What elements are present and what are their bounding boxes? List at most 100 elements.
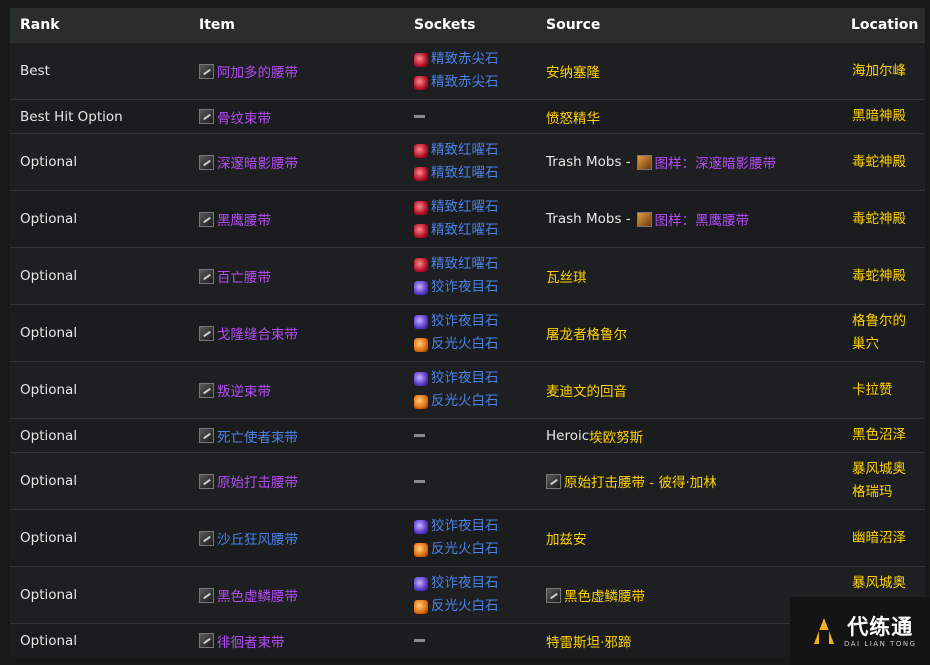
gem-link[interactable]: 精致红曜石 xyxy=(431,162,499,185)
item-link[interactable]: 骨纹束带 xyxy=(217,107,271,127)
source-pattern-link[interactable]: 图样：黑鹰腰带 xyxy=(655,209,750,229)
location-link[interactable]: 海加尔峰 xyxy=(852,60,925,83)
source-npc-link[interactable]: 瓦丝琪 xyxy=(546,266,587,286)
source-npc-link[interactable]: 原始打击腰带 - 彼得·加林 xyxy=(564,471,717,491)
source-npc-link[interactable]: 埃欧努斯 xyxy=(589,426,643,446)
location-link[interactable]: 毒蛇神殿 xyxy=(852,151,925,174)
location-link[interactable]: 格瑞玛 xyxy=(852,481,925,504)
gem-icon xyxy=(414,337,428,352)
location-link[interactable]: 毒蛇神殿 xyxy=(852,208,925,231)
item-link[interactable]: 原始打击腰带 xyxy=(217,471,298,491)
gem-link[interactable]: 狡诈夜目石 xyxy=(431,310,499,333)
no-sockets-dash xyxy=(414,115,425,118)
gem-icon xyxy=(414,52,428,67)
gem-link[interactable]: 反光火白石 xyxy=(431,390,499,413)
sockets-cell: 精致红曜石 精致红曜石 xyxy=(414,196,546,242)
sockets-cell xyxy=(414,109,546,125)
location-cell: 海加尔峰 xyxy=(845,60,925,83)
belt-icon xyxy=(199,63,214,79)
gem-icon xyxy=(414,542,428,557)
sockets-cell xyxy=(414,428,546,444)
source-npc-link[interactable]: 加兹安 xyxy=(546,528,587,548)
belt-icon xyxy=(199,325,214,341)
item-link[interactable]: 阿加多的腰带 xyxy=(217,61,298,81)
source-npc-link[interactable]: 愤怒精华 xyxy=(546,107,600,127)
source-cell: 麦迪文的回音 xyxy=(546,380,845,400)
item-link[interactable]: 死亡使者束带 xyxy=(217,426,298,446)
location-link[interactable]: 毒蛇神殿 xyxy=(852,265,925,288)
logo-text-cn: 代练通 xyxy=(847,614,914,639)
gem-link[interactable]: 狡诈夜目石 xyxy=(431,276,499,299)
gem-link[interactable]: 反光火白石 xyxy=(431,595,499,618)
location-link[interactable]: 暴风城奥 xyxy=(852,458,925,481)
sockets-cell: 狡诈夜目石 反光火白石 xyxy=(414,310,546,356)
source-npc-link[interactable]: 麦迪文的回音 xyxy=(546,380,627,400)
gem-link[interactable]: 精致红曜石 xyxy=(431,196,499,219)
logo-text-en: DAI LIAN TONG xyxy=(844,639,917,648)
source-npc-link[interactable]: 黑色虚鳞腰带 xyxy=(564,585,645,605)
location-link[interactable]: 卡拉赞 xyxy=(852,379,925,402)
belt-icon xyxy=(199,633,214,648)
gem-icon xyxy=(414,143,428,158)
source-cell: 原始打击腰带 - 彼得·加林 xyxy=(546,471,845,491)
item-link[interactable]: 叛逆束带 xyxy=(217,380,271,400)
location-link[interactable]: 巢穴 xyxy=(852,333,925,356)
rank-cell: Optional xyxy=(20,268,78,284)
source-pattern-link[interactable]: 图样：深邃暗影腰带 xyxy=(655,152,777,172)
location-cell: 幽暗沼泽 xyxy=(845,527,925,550)
header-source[interactable]: Source xyxy=(546,17,845,33)
location-link[interactable]: 黑色沼泽 xyxy=(852,424,925,447)
gem-link[interactable]: 反光火白石 xyxy=(431,538,499,561)
source-npc-link[interactable]: 特雷斯坦·邪蹄 xyxy=(546,631,631,651)
no-sockets-dash xyxy=(414,639,425,642)
sockets-cell xyxy=(414,473,546,489)
source-prefix: Heroic xyxy=(546,427,590,444)
location-cell: 黑色沼泽 xyxy=(845,424,925,447)
gem-link[interactable]: 精致红曜石 xyxy=(431,253,499,276)
header-item[interactable]: Item xyxy=(199,17,414,33)
table-row: Optional黑色虚鳞腰带狡诈夜目石反光火白石黑色虚鳞腰带暴风城奥格瑞玛 xyxy=(10,566,925,623)
location-link[interactable]: 幽暗沼泽 xyxy=(852,527,925,550)
item-link[interactable]: 沙丘狂风腰带 xyxy=(217,528,298,548)
source-npc-link[interactable]: 安纳塞隆 xyxy=(546,61,600,81)
gem-link[interactable]: 精致红曜石 xyxy=(431,219,499,242)
header-location[interactable]: Location xyxy=(845,14,925,37)
item-link[interactable]: 深邃暗影腰带 xyxy=(217,152,298,172)
source-npc-link[interactable]: 屠龙者格鲁尔 xyxy=(546,323,627,343)
gem-icon xyxy=(414,314,428,329)
gem-link[interactable]: 狡诈夜目石 xyxy=(431,572,499,595)
belt-icon xyxy=(199,530,214,546)
gem-link[interactable]: 狡诈夜目石 xyxy=(431,367,499,390)
item-link[interactable]: 黑色虚鳞腰带 xyxy=(217,585,298,605)
rank-cell: Optional xyxy=(20,211,78,227)
belt-icon xyxy=(199,382,214,398)
item-link[interactable]: 黑鹰腰带 xyxy=(217,209,271,229)
rank-cell: Optional xyxy=(20,154,78,170)
location-link[interactable]: 黑暗神殿 xyxy=(852,105,925,128)
item-link[interactable]: 百亡腰带 xyxy=(217,266,271,286)
location-cell: 格鲁尔的 巢穴 xyxy=(845,310,925,356)
gem-icon xyxy=(414,223,428,238)
source-cell: Trash Mobs - 图样：深邃暗影腰带 xyxy=(546,152,845,172)
sockets-cell: 精致红曜石 精致红曜石 xyxy=(414,139,546,185)
gem-link[interactable]: 反光火白石 xyxy=(431,333,499,356)
location-link[interactable]: 暴风城奥 xyxy=(852,572,925,595)
gem-link[interactable]: 精致红曜石 xyxy=(431,139,499,162)
rank-cell: Best xyxy=(20,63,50,79)
item-link[interactable]: 徘徊者束带 xyxy=(217,631,285,651)
item-link[interactable]: 戈隆缝合束带 xyxy=(217,323,298,343)
gem-icon xyxy=(414,75,428,90)
gem-icon xyxy=(414,280,428,295)
gem-link[interactable]: 精致赤尖石 xyxy=(431,71,499,94)
sockets-cell: 狡诈夜目石 反光火白石 xyxy=(414,367,546,413)
table-body: Best 阿加多的腰带 精致赤尖石 精致赤尖石 安纳塞隆 海加尔峰 Best Hit Opt… xyxy=(10,42,925,657)
rank-cell: Optional xyxy=(20,530,78,546)
source-cell: 屠龙者格鲁尔 xyxy=(546,323,845,343)
rank-cell: Optional xyxy=(20,473,78,489)
header-sockets[interactable]: Sockets xyxy=(414,17,546,33)
header-rank[interactable]: Rank xyxy=(10,17,199,33)
gem-link[interactable]: 精致赤尖石 xyxy=(431,48,499,71)
rank-cell: Best Hit Option xyxy=(20,108,123,125)
gem-link[interactable]: 狡诈夜目石 xyxy=(431,515,499,538)
location-link[interactable]: 格鲁尔的 xyxy=(852,310,925,333)
